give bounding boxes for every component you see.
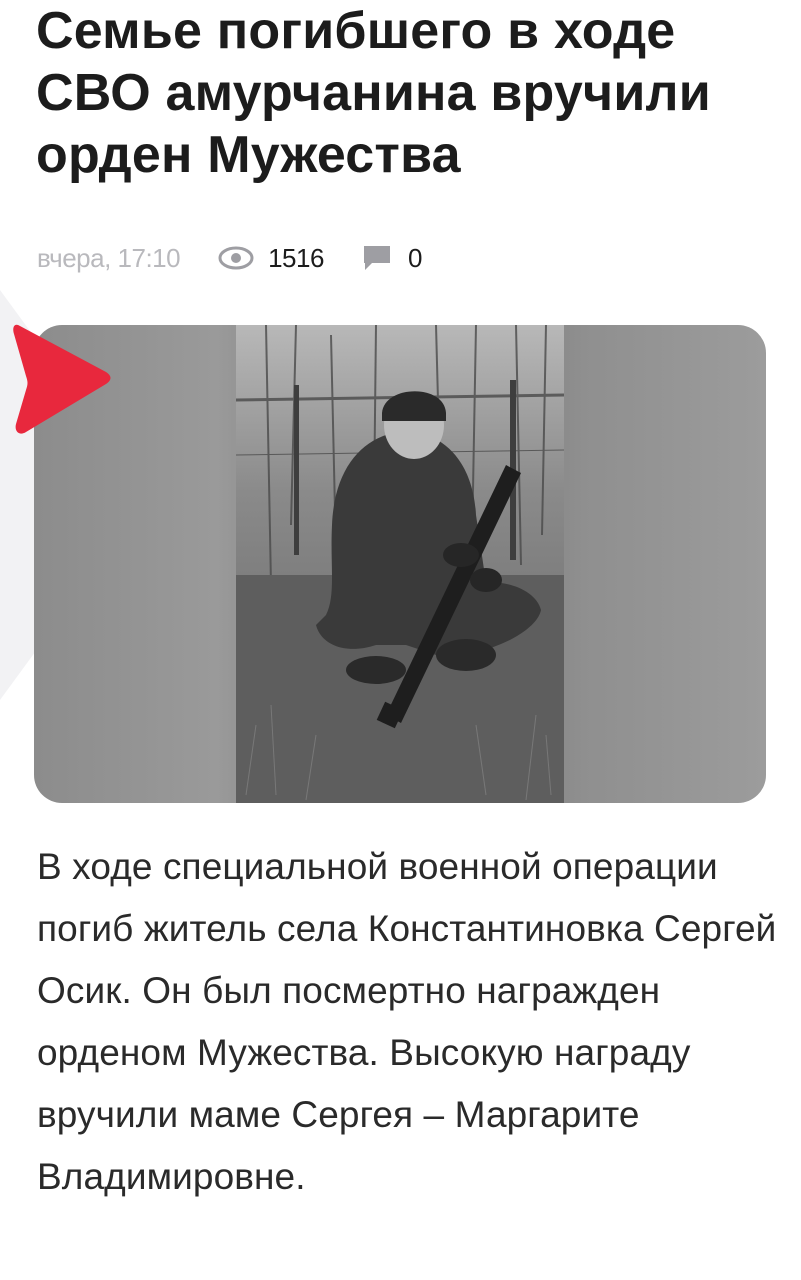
- article-lead: В ходе специальной военной операции поги…: [37, 846, 777, 1197]
- comment-icon: [363, 246, 390, 270]
- article-image[interactable]: [34, 325, 766, 803]
- publish-date: вчера, 17:10: [37, 242, 181, 273]
- soldier-photo: [236, 325, 564, 803]
- article-meta: вчера, 17:10 1516 0: [37, 238, 422, 278]
- comments-count: 0: [407, 242, 422, 273]
- comments-counter[interactable]: 0: [362, 243, 422, 274]
- eye-icon: [218, 246, 254, 270]
- views-count: 1516: [268, 242, 324, 273]
- article-title: Семье погибшего в ходе СВО амурчанина вр…: [36, 2, 711, 184]
- views-counter: 1516: [218, 243, 324, 274]
- play-triangle-icon: [13, 324, 111, 434]
